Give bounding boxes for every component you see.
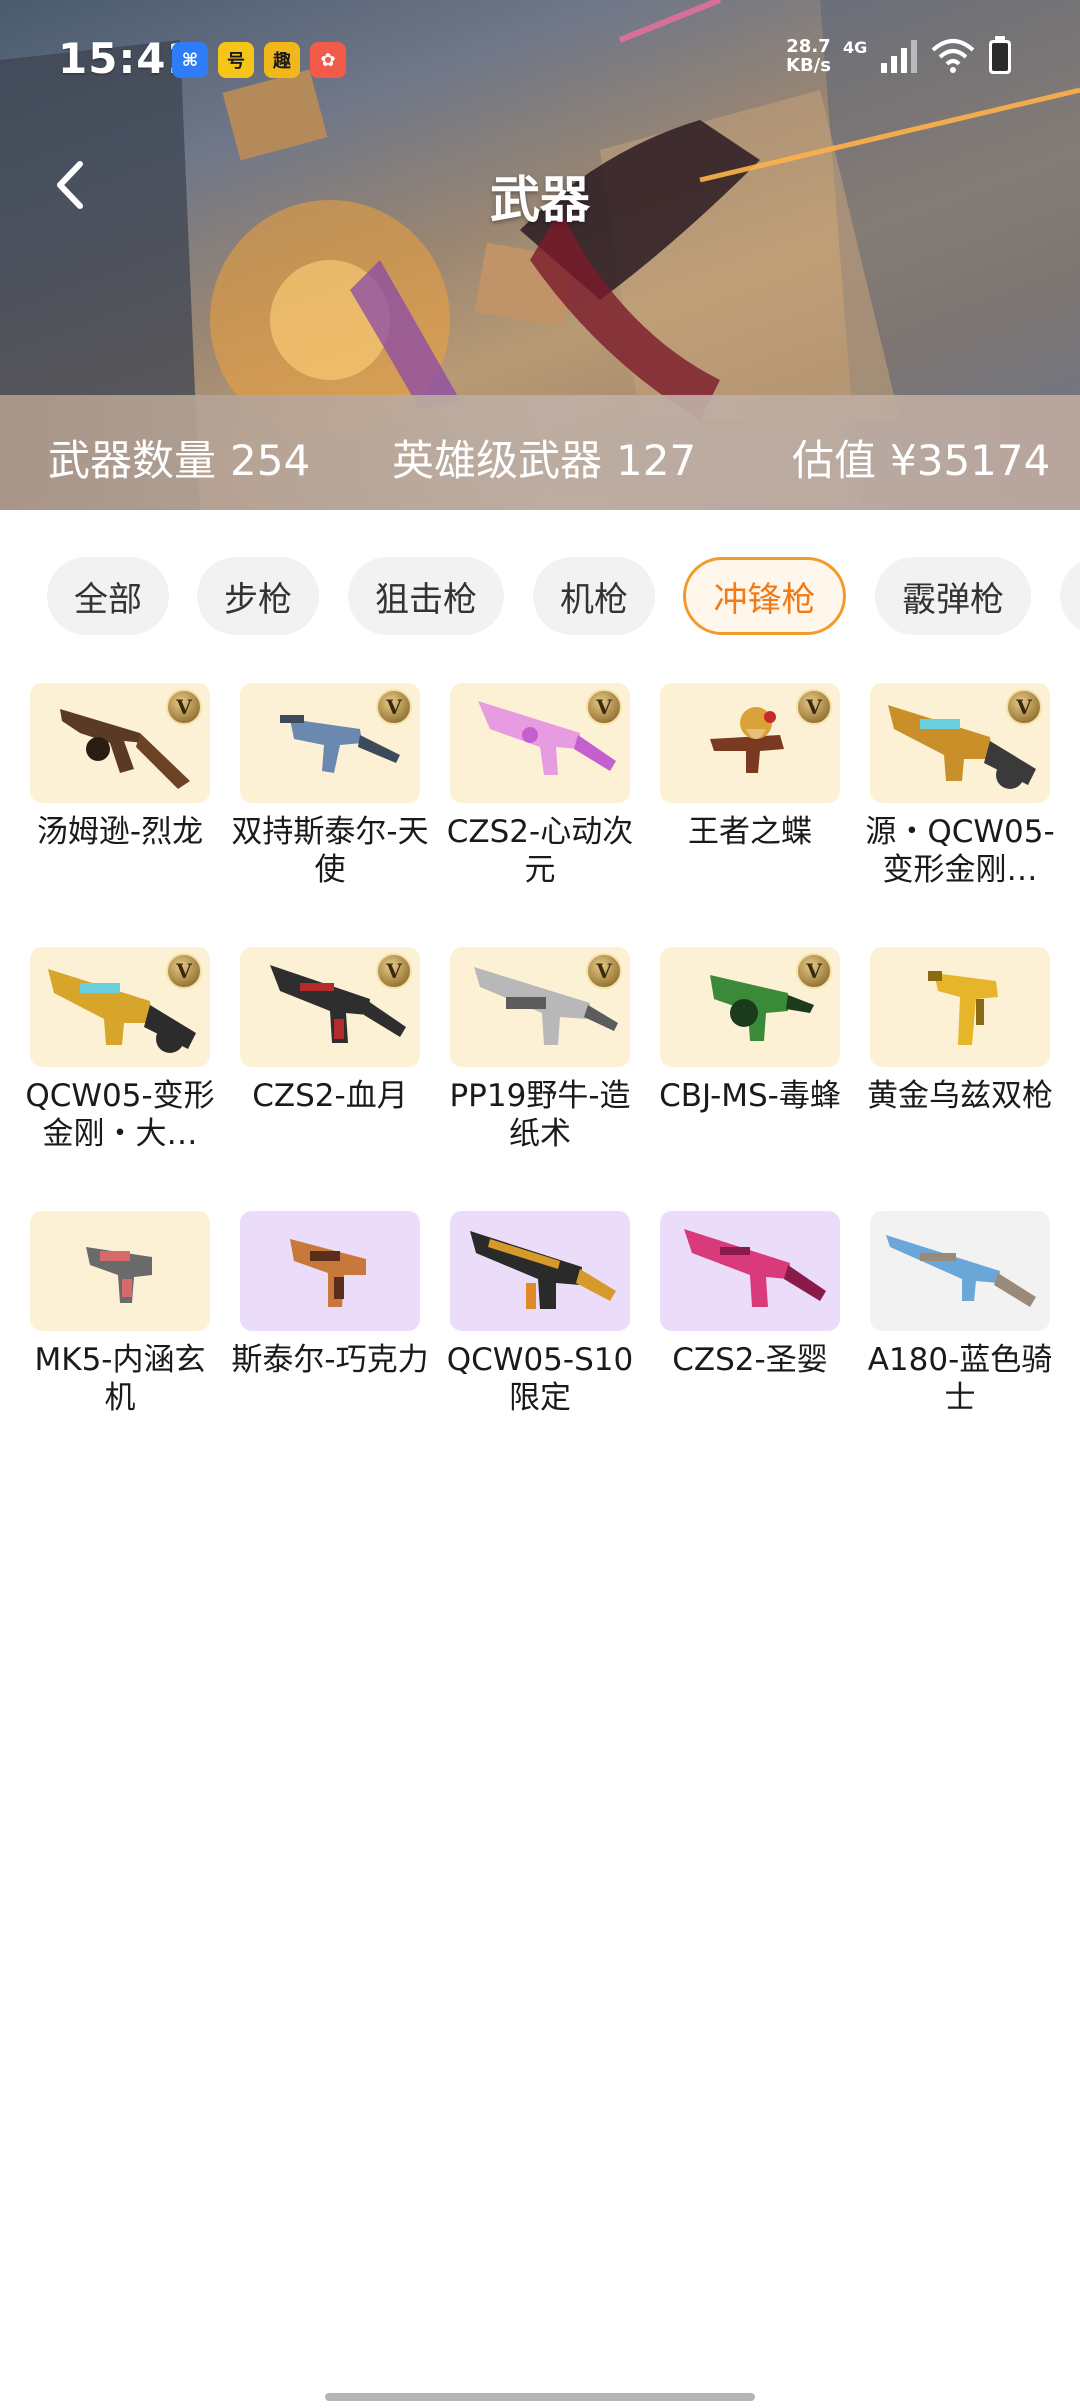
hero-badge-icon: V bbox=[586, 953, 622, 989]
weapon-card[interactable]: V PP19野牛-造纸术 bbox=[449, 947, 631, 1153]
hero-badge-icon: V bbox=[796, 689, 832, 725]
weapon-image bbox=[86, 1247, 152, 1303]
weapon-thumbnail: V bbox=[660, 947, 840, 1067]
weapon-card[interactable]: V 源・QCW05-变形金刚… bbox=[865, 683, 1055, 889]
hero-badge-icon: V bbox=[166, 689, 202, 725]
weapon-name: 王者之蝶 bbox=[688, 814, 812, 850]
weapon-card[interactable]: 斯泰尔-巧克力 bbox=[231, 1211, 429, 1379]
weapon-card[interactable]: V 王者之蝶 bbox=[660, 683, 840, 851]
weapon-image bbox=[928, 971, 998, 1045]
network-type: 4G bbox=[842, 38, 868, 57]
weapon-card[interactable]: QCW05-S10限定 bbox=[447, 1211, 633, 1417]
speed-value: 28.7 bbox=[786, 36, 831, 57]
hero-weapon-value: 127 bbox=[616, 436, 697, 485]
home-indicator[interactable] bbox=[325, 2393, 755, 2401]
tab-machine-gun[interactable]: 机枪 bbox=[533, 557, 655, 635]
fun-app-icon: 趣 bbox=[264, 42, 300, 78]
hero-weapon-stat: 英雄级武器 127 bbox=[392, 427, 696, 488]
weapon-thumbnail: V bbox=[240, 683, 420, 803]
weapon-card[interactable]: V CZS2-心动次元 bbox=[447, 683, 633, 889]
weapon-name: 汤姆逊-烈龙 bbox=[36, 814, 204, 850]
hero-badge-icon: V bbox=[376, 953, 412, 989]
weapon-thumbnail: V bbox=[240, 947, 420, 1067]
weapon-name: CZS2-圣婴 bbox=[672, 1342, 828, 1378]
weapon-thumbnail bbox=[660, 1211, 840, 1331]
status-bar: 15:41 ⌘ 号 趣 ✿ 28.7 KB/s 4G bbox=[0, 0, 1080, 120]
red-app-icon: ✿ bbox=[310, 42, 346, 78]
weapon-name: CZS2-心动次元 bbox=[446, 814, 634, 888]
valuation-value: ¥35174 bbox=[890, 436, 1051, 485]
hero-badge-icon: V bbox=[1006, 689, 1042, 725]
weapon-name: 源・QCW05-变形金刚… bbox=[865, 814, 1055, 888]
weapon-thumbnail bbox=[870, 1211, 1050, 1331]
speed-unit: KB/s bbox=[786, 55, 831, 76]
weapon-name: QCW05-变形金刚・大… bbox=[25, 1078, 215, 1152]
tab-shotgun[interactable]: 霰弹枪 bbox=[875, 557, 1031, 635]
weapon-thumbnail: V bbox=[450, 947, 630, 1067]
weapon-name: A180-蓝色骑士 bbox=[867, 1342, 1053, 1416]
weapon-card[interactable]: CZS2-圣婴 bbox=[660, 1211, 840, 1379]
hero-badge-icon: V bbox=[166, 953, 202, 989]
weapon-card[interactable]: V 汤姆逊-烈龙 bbox=[30, 683, 210, 851]
weapon-name: MK5-内涵玄机 bbox=[34, 1342, 206, 1416]
wifi-icon bbox=[931, 39, 975, 73]
category-tabs: 全部 步枪 狙击枪 机枪 冲锋枪 霰弹枪 bbox=[0, 557, 1080, 637]
weapon-name: 双持斯泰尔-天使 bbox=[231, 814, 429, 888]
tab-smg[interactable]: 冲锋枪 bbox=[683, 557, 846, 635]
weapon-name: 斯泰尔-巧克力 bbox=[231, 1342, 429, 1378]
weapon-thumbnail: V bbox=[450, 683, 630, 803]
weapon-image bbox=[470, 1231, 616, 1309]
weapon-card[interactable]: A180-蓝色骑士 bbox=[868, 1211, 1052, 1417]
weapon-card[interactable]: MK5-内涵玄机 bbox=[30, 1211, 210, 1417]
blue-app-icon: ⌘ bbox=[172, 42, 208, 78]
hero-badge-icon: V bbox=[796, 953, 832, 989]
hero-badge-icon: V bbox=[586, 689, 622, 725]
weapon-thumbnail bbox=[450, 1211, 630, 1331]
stats-bar: 武器数量 254 英雄级武器 127 估值 ¥35174 bbox=[0, 395, 1080, 510]
valuation-label: 估值 bbox=[792, 436, 877, 485]
weapon-count-value: 254 bbox=[230, 436, 311, 485]
network-speed: 28.7 KB/s bbox=[786, 37, 831, 75]
weapon-count-label: 武器数量 bbox=[48, 436, 217, 485]
weapon-thumbnail bbox=[30, 1211, 210, 1331]
tab-sniper[interactable]: 狙击枪 bbox=[348, 557, 504, 635]
weapon-image bbox=[290, 1239, 366, 1307]
tab-all[interactable]: 全部 bbox=[47, 557, 169, 635]
battery-icon bbox=[989, 36, 1012, 74]
weapon-thumbnail bbox=[870, 947, 1050, 1067]
weapon-thumbnail: V bbox=[30, 947, 210, 1067]
weapon-name: CBJ-MS-毒蜂 bbox=[659, 1078, 841, 1114]
weapon-card[interactable]: 黄金乌兹双枪 bbox=[867, 947, 1053, 1115]
weapon-image bbox=[886, 1235, 1036, 1307]
game-app-icon: 号 bbox=[218, 42, 254, 78]
weapon-thumbnail bbox=[240, 1211, 420, 1331]
tab-rifle[interactable]: 步枪 bbox=[197, 557, 319, 635]
weapon-name: CZS2-血月 bbox=[252, 1078, 408, 1114]
status-indicators: 28.7 KB/s 4G bbox=[786, 36, 1013, 76]
weapon-name: QCW05-S10限定 bbox=[446, 1342, 634, 1416]
tab-more[interactable] bbox=[1060, 557, 1080, 635]
weapon-thumbnail: V bbox=[870, 683, 1050, 803]
weapon-count-stat: 武器数量 254 bbox=[48, 427, 310, 488]
weapon-image bbox=[684, 1229, 826, 1307]
weapon-card[interactable]: V QCW05-变形金刚・大… bbox=[25, 947, 215, 1153]
header-banner: 15:41 ⌘ 号 趣 ✿ 28.7 KB/s 4G 武器 武器数量 254 英… bbox=[0, 0, 1080, 510]
hero-weapon-label: 英雄级武器 bbox=[392, 436, 603, 485]
weapon-thumbnail: V bbox=[30, 683, 210, 803]
hero-badge-icon: V bbox=[376, 689, 412, 725]
weapon-name: PP19野牛-造纸术 bbox=[449, 1078, 631, 1152]
weapon-card[interactable]: V CZS2-血月 bbox=[240, 947, 420, 1115]
page-title: 武器 bbox=[490, 171, 590, 229]
valuation-stat: 估值 ¥35174 bbox=[792, 427, 1050, 488]
signal-icon bbox=[881, 40, 918, 73]
weapon-card[interactable]: V 双持斯泰尔-天使 bbox=[231, 683, 429, 889]
weapon-card[interactable]: V CBJ-MS-毒蜂 bbox=[659, 947, 841, 1115]
weapon-thumbnail: V bbox=[660, 683, 840, 803]
notification-icons: ⌘ 号 趣 ✿ bbox=[172, 42, 346, 78]
weapon-name: 黄金乌兹双枪 bbox=[867, 1078, 1053, 1114]
